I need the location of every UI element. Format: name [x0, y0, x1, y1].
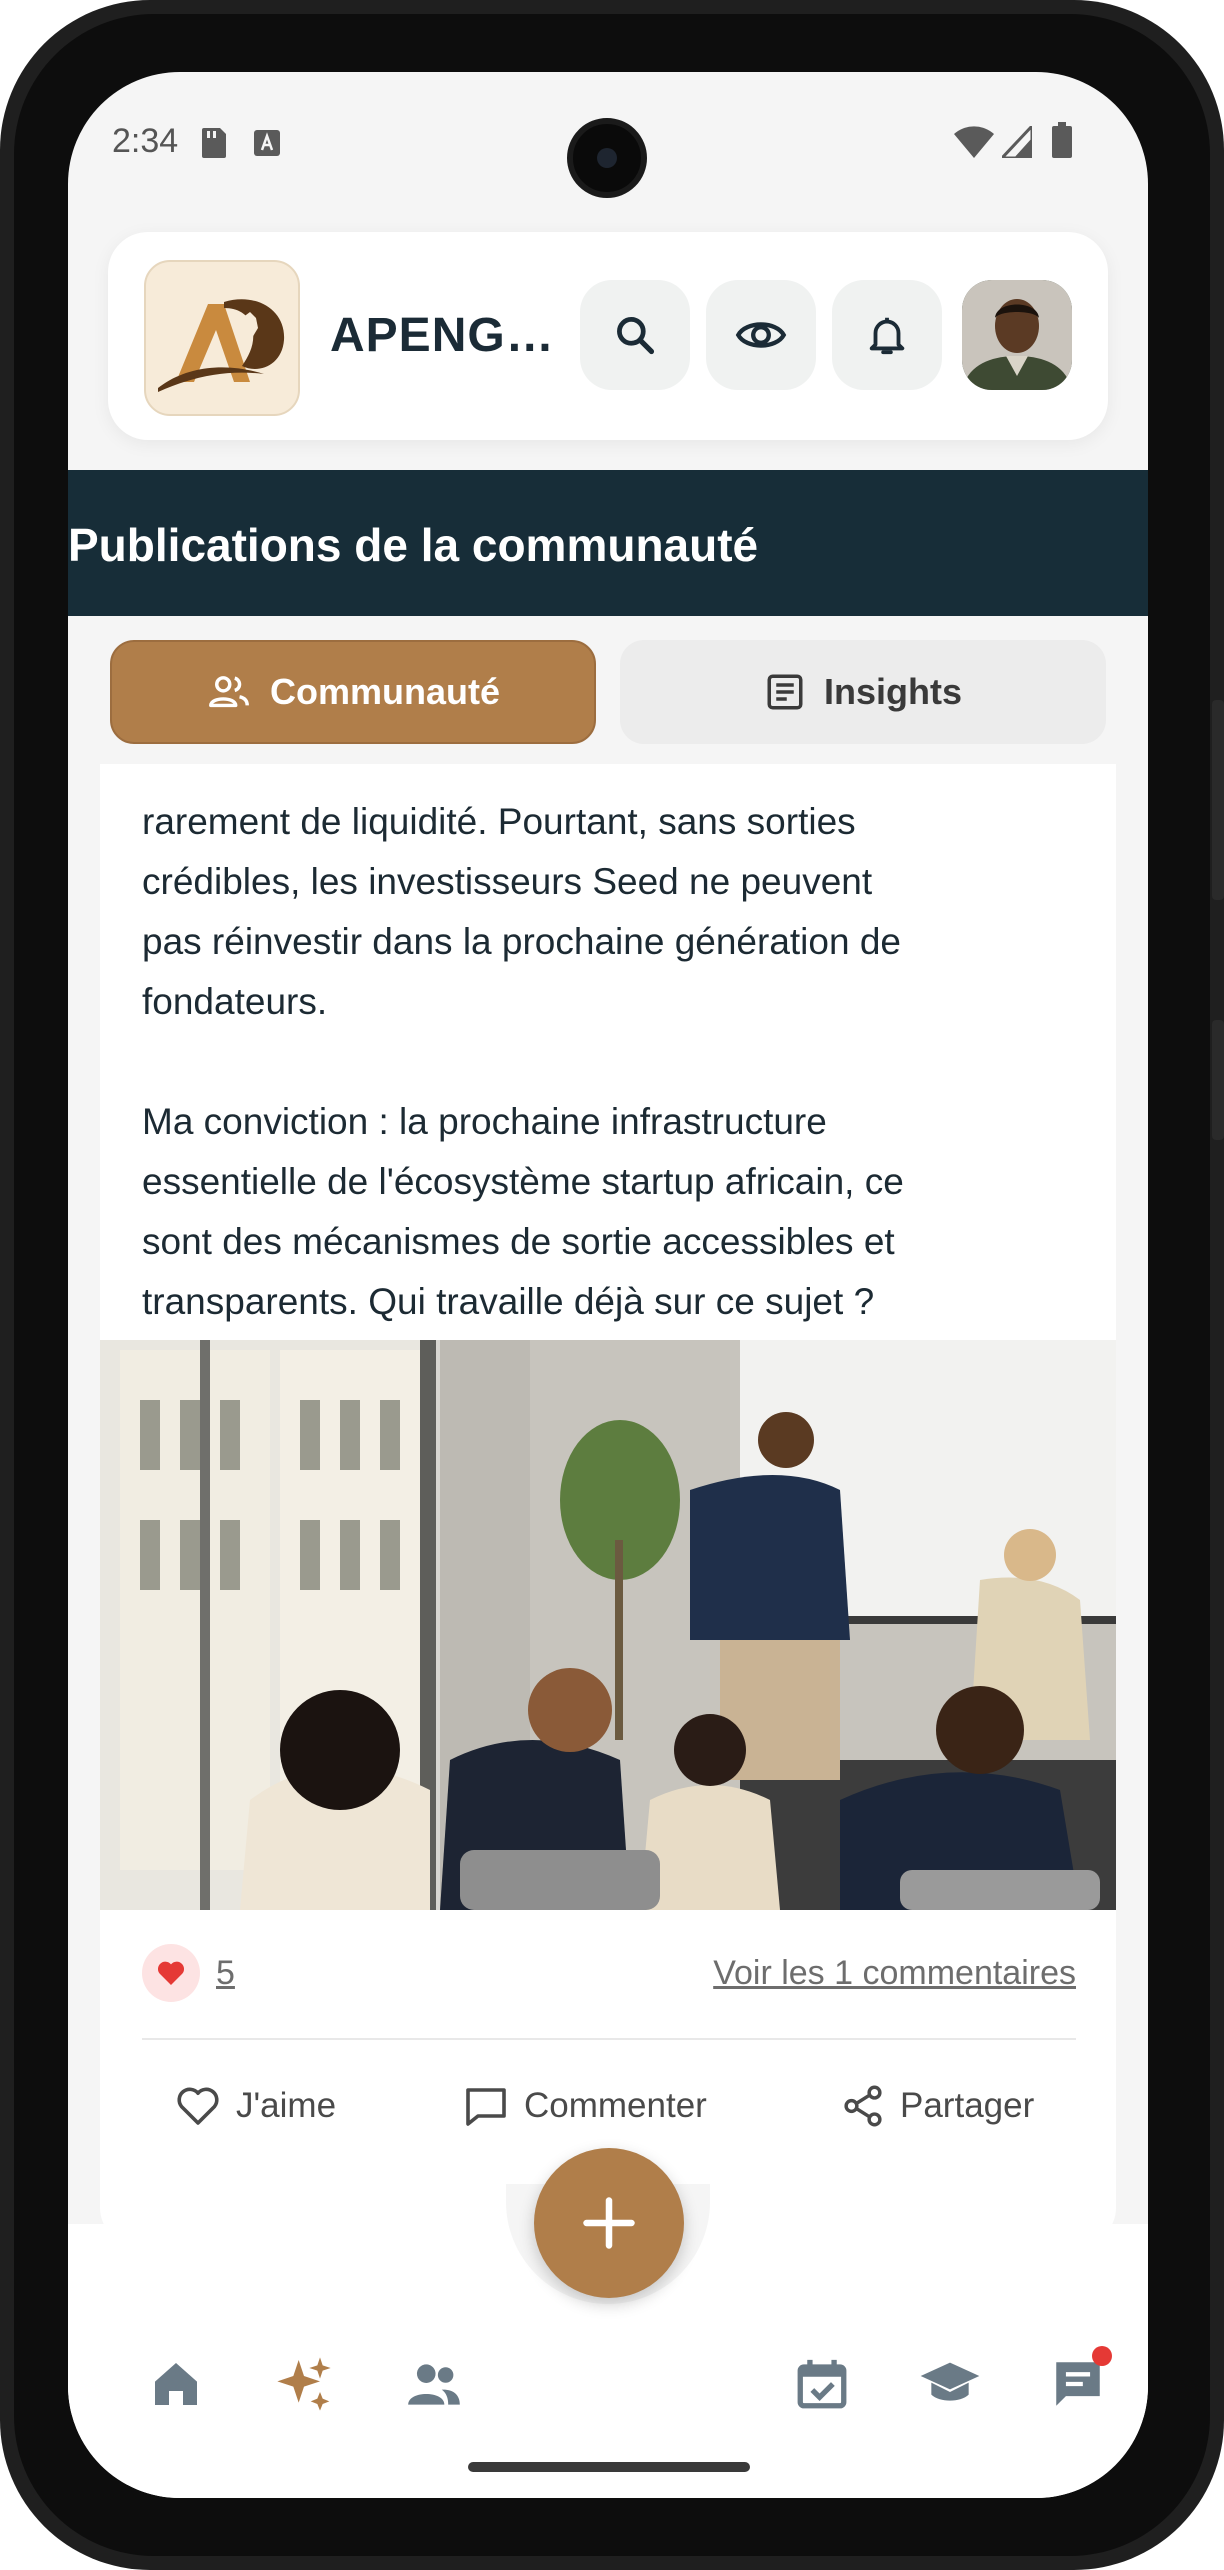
share-label: Partager	[900, 2086, 1035, 2125]
post-card: rarement de liquidité. Pourtant, sans so…	[100, 764, 1116, 2224]
unread-badge	[1092, 2346, 1112, 2366]
article-icon	[767, 674, 803, 710]
likes-count[interactable]: 5	[216, 1954, 235, 1993]
tab-insights-label: Insights	[823, 671, 962, 712]
nav-events[interactable]	[782, 2344, 862, 2424]
post-photo	[100, 1340, 1116, 1910]
community-feed: rarement de liquidité. Pourtant, sans so…	[68, 764, 1148, 2224]
view-comments-link[interactable]: Voir les 1 commentaires	[713, 1954, 1076, 1993]
post-image[interactable]	[100, 1340, 1116, 1910]
text-a-icon	[254, 130, 280, 156]
wifi-icon	[954, 126, 994, 158]
home-icon	[155, 2363, 197, 2405]
comment-button[interactable]: Commenter	[462, 2074, 707, 2138]
front-camera	[567, 118, 647, 198]
status-bar: 2:34	[68, 72, 1148, 212]
post-body: rarement de liquidité. Pourtant, sans so…	[142, 801, 904, 1322]
nav-community[interactable]	[394, 2344, 474, 2424]
heart-filled-icon	[157, 1961, 185, 1985]
avatar[interactable]	[962, 280, 1072, 390]
divider	[142, 2038, 1076, 2040]
app-logo[interactable]	[144, 260, 300, 416]
profile-photo	[962, 280, 1072, 390]
heart-outline-icon	[177, 2087, 219, 2125]
share-icon	[844, 2085, 882, 2127]
signal-icon	[1002, 126, 1032, 158]
app-header: APENGA...	[108, 232, 1108, 440]
bell-icon	[869, 317, 905, 355]
sparkles-icon	[277, 2357, 331, 2411]
like-badge	[142, 1944, 200, 2002]
nav-discover[interactable]	[264, 2344, 344, 2424]
logo-mark	[158, 299, 285, 392]
people-icon	[408, 2364, 460, 2405]
tab-community-label: Communauté	[269, 671, 500, 712]
page-title: Publications de la communauté	[68, 519, 759, 571]
home-indicator	[468, 2462, 750, 2472]
nav-learning[interactable]	[910, 2344, 990, 2424]
like-button[interactable]: J'aime	[174, 2074, 336, 2138]
comment-label: Commenter	[524, 2086, 707, 2125]
app-screen: 2:34 APENGA... Publications de la commun…	[68, 72, 1148, 2498]
view-button[interactable]	[706, 280, 816, 390]
calendar-check-icon	[797, 2359, 847, 2409]
like-label: J'aime	[236, 2086, 337, 2125]
people-outline-icon	[209, 676, 249, 708]
share-button[interactable]: Partager	[840, 2074, 1034, 2138]
side-button	[1212, 1020, 1224, 1140]
post-stats: 5 Voir les 1 commentaires	[142, 1944, 1076, 2008]
create-post-button[interactable]	[534, 2148, 684, 2298]
search-icon	[617, 317, 655, 355]
section-header: Publications de la communauté	[68, 470, 1148, 616]
plus-icon	[583, 2197, 635, 2249]
sd-card-icon	[202, 128, 226, 158]
tab-community[interactable]: Communauté	[110, 640, 596, 744]
phone-frame: 2:34 APENGA... Publications de la commun…	[0, 0, 1224, 2570]
battery-icon	[1052, 122, 1072, 158]
eye-icon	[735, 322, 787, 348]
brand-name: APENGA...	[330, 309, 580, 362]
comment-icon	[466, 2088, 506, 2126]
tab-insights[interactable]: Insights	[620, 640, 1106, 744]
search-button[interactable]	[580, 280, 690, 390]
nav-home[interactable]	[136, 2344, 216, 2424]
side-button	[1212, 700, 1224, 900]
notifications-button[interactable]	[832, 280, 942, 390]
graduation-cap-icon	[920, 2362, 980, 2401]
nav-messages[interactable]	[1038, 2344, 1118, 2424]
status-time: 2:34	[112, 122, 179, 160]
